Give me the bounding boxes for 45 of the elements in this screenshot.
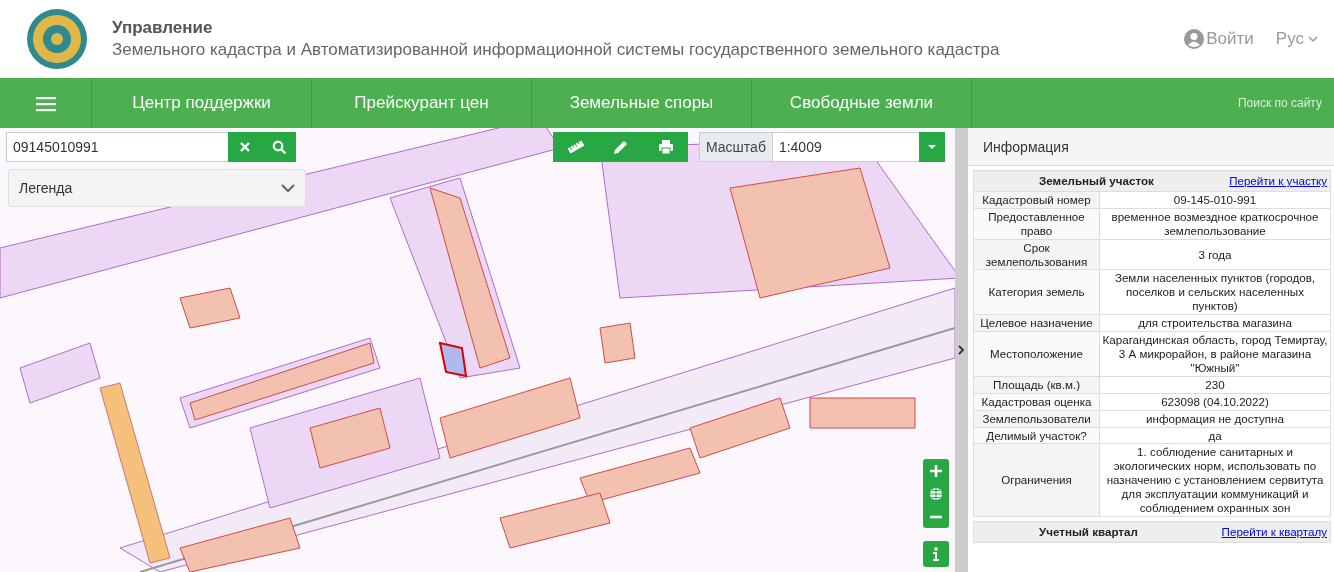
chevron-down-icon	[281, 183, 295, 193]
language-dropdown[interactable]: Рус	[1275, 29, 1318, 49]
user-icon	[1184, 29, 1205, 49]
field-value: 1. соблюдение санитарных и экологических норм, использовать по назначению с установлением сервитута для эксплуатации коммуникаций и соблюдением охранных зон	[1099, 443, 1331, 517]
field-label: Категория земель	[973, 269, 1100, 315]
globe-icon	[929, 486, 943, 501]
plus-icon	[929, 463, 943, 478]
field-label: Срок землепользования	[973, 239, 1100, 270]
pencil-icon	[611, 138, 630, 156]
menu-icon	[35, 94, 56, 112]
close-icon	[238, 140, 252, 154]
scale-dropdown-button[interactable]	[918, 132, 945, 162]
cadastral-search-field[interactable]: 09145010991	[6, 132, 228, 162]
site-search-field[interactable]: Поиск по сайту	[1120, 95, 1324, 111]
building-footprint	[599, 322, 636, 364]
org-subtitle: Земельного кадастра и Автоматизированной информационной системы государственного земельного кадастра	[112, 40, 1001, 60]
info-icon	[931, 547, 941, 561]
section-link[interactable]: Перейти к участку	[1229, 174, 1327, 188]
field-label: Предоставленное право	[973, 208, 1100, 240]
field-label: Ограничения	[973, 443, 1100, 517]
section-heading: Учетный квартал	[1039, 524, 1138, 539]
field-label: Местоположение	[973, 331, 1100, 377]
section-link[interactable]: Перейти к кварталу	[1221, 524, 1327, 539]
emblem-icon	[26, 8, 88, 70]
field-value: временное возмездное краткосрочное землепользование	[1099, 208, 1331, 240]
field-value: Карагандинская область, город Темиртау, 3 А микрорайон, в районе магазина "Южный"	[1099, 331, 1331, 377]
login-button[interactable]: Войти	[1184, 29, 1254, 49]
chevron-right-icon	[958, 345, 965, 355]
scale-label: Масштаб	[699, 132, 773, 162]
field-value: 3 года	[1099, 239, 1331, 270]
highlighted-parcel	[438, 341, 468, 378]
field-value: Земли населенных пунктов (городов, поселков и сельских населенных пунктов)	[1099, 269, 1331, 315]
legend-dropdown[interactable]: Легенда	[8, 169, 306, 207]
search-button[interactable]	[262, 132, 296, 162]
panel-title: Информация	[983, 138, 1069, 155]
search-icon	[272, 140, 286, 154]
chevron-down-icon	[1308, 35, 1318, 43]
scale-field[interactable]: 1:4009	[772, 132, 919, 162]
info-button[interactable]	[923, 541, 949, 567]
caret-icon	[927, 145, 936, 149]
printer-icon	[656, 138, 675, 156]
org-title: Управление	[112, 18, 214, 38]
clear-button[interactable]	[228, 132, 262, 162]
building-footprint	[179, 287, 241, 329]
section-heading: Земельный участок	[1039, 174, 1154, 188]
